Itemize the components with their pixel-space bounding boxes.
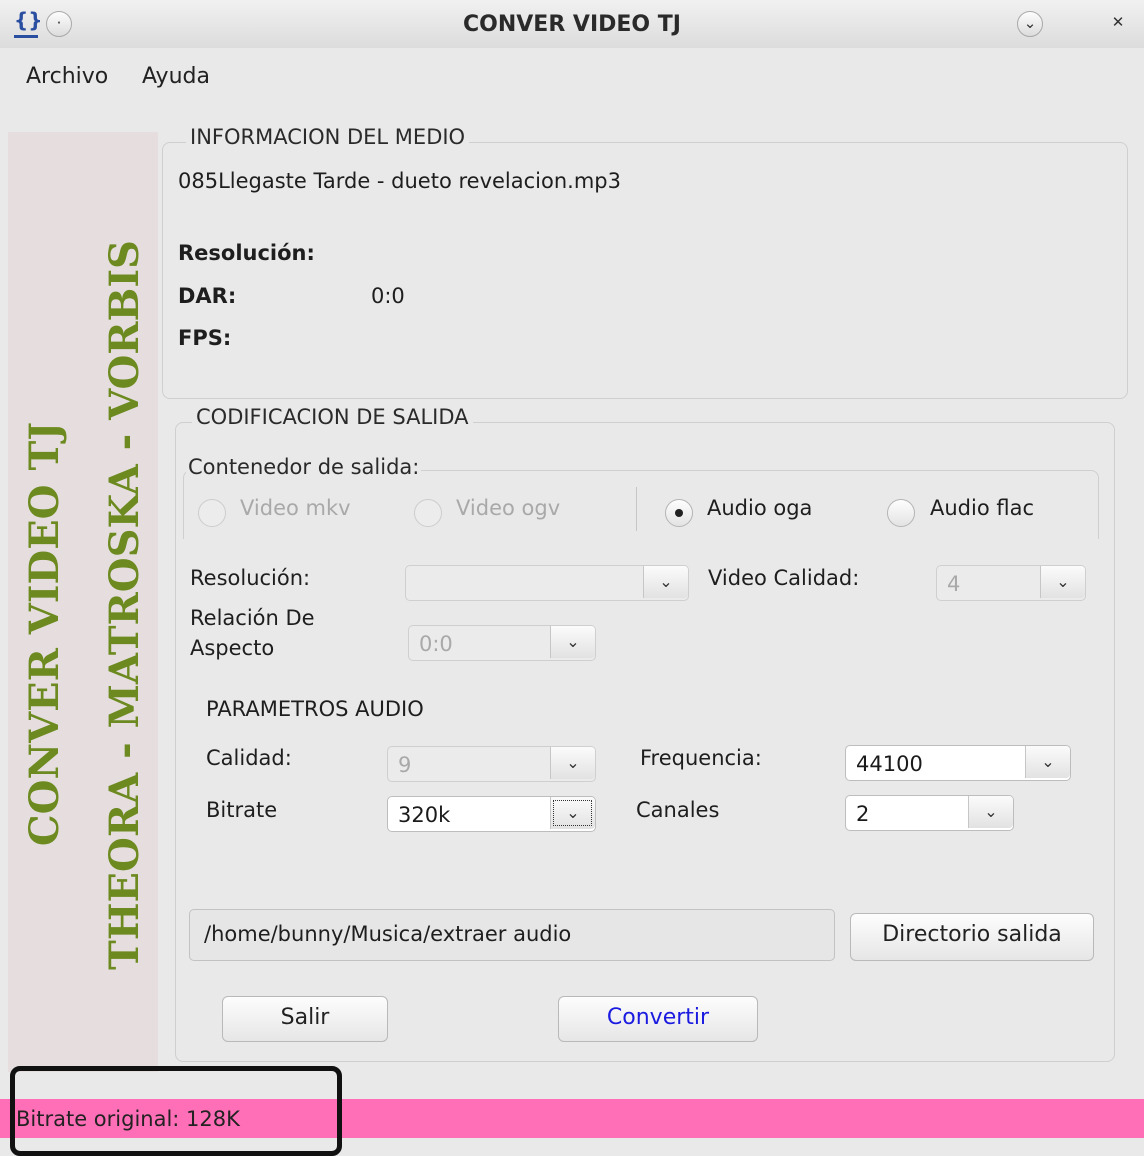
- output-directory-field[interactable]: /home/bunny/Musica/extraer audio: [189, 909, 835, 961]
- radio-audio-flac[interactable]: [887, 499, 915, 527]
- bitrate-label: Bitrate: [206, 798, 278, 822]
- chevron-down-icon[interactable]: ⌄: [643, 566, 688, 598]
- banner-subtitle: THEORA - MATROSKA - VORBIS: [101, 240, 148, 970]
- dar-label: DAR:: [178, 284, 237, 308]
- close-button[interactable]: ✕: [1106, 11, 1130, 35]
- resolution-info-label: Resolución:: [178, 241, 315, 265]
- resolution-label: Resolución:: [190, 566, 311, 590]
- channels-combo[interactable]: 2 ⌄: [845, 795, 1014, 831]
- radio-video-mkv-label: Video mkv: [240, 496, 351, 520]
- video-quality-value: 4: [947, 572, 961, 596]
- radio-selected-dot: [675, 509, 683, 517]
- chevron-down-icon[interactable]: ⌄: [550, 797, 595, 829]
- frequency-label: Frequencia:: [640, 746, 762, 770]
- window-title: CONVER VIDEO TJ: [463, 12, 681, 37]
- radio-audio-flac-label: Audio flac: [930, 496, 1035, 520]
- output-directory-value: /home/bunny/Musica/extraer audio: [204, 922, 572, 946]
- radio-video-ogv-label: Video ogv: [456, 496, 561, 520]
- channels-value: 2: [856, 802, 870, 826]
- aspect-value: 0:0: [419, 632, 453, 656]
- frequency-combo[interactable]: 44100 ⌄: [845, 745, 1071, 781]
- radio-video-mkv[interactable]: [198, 499, 226, 527]
- aspect-combo[interactable]: 0:0 ⌄: [408, 625, 596, 661]
- chevron-down-icon[interactable]: ⌄: [968, 796, 1013, 828]
- frequency-value: 44100: [856, 752, 923, 776]
- convert-button[interactable]: Convertir: [558, 996, 758, 1042]
- menu-ayuda[interactable]: Ayuda: [142, 64, 210, 89]
- video-quality-label: Video Calidad:: [708, 566, 860, 590]
- fps-label: FPS:: [178, 326, 232, 350]
- minimize-button[interactable]: ⌄: [1017, 11, 1043, 37]
- quality-label: Calidad:: [206, 746, 292, 770]
- container-separator: [636, 487, 637, 531]
- output-encoding-legend: CODIFICACION DE SALIDA: [192, 405, 473, 429]
- channels-label: Canales: [636, 798, 720, 822]
- media-filename: 085Llegaste Tarde - dueto revelacion.mp3: [178, 169, 621, 193]
- video-quality-combo[interactable]: 4 ⌄: [936, 565, 1086, 601]
- chevron-down-icon[interactable]: ⌄: [1040, 566, 1085, 598]
- audio-params-title: PARAMETROS AUDIO: [206, 697, 424, 721]
- quality-value: 9: [398, 753, 412, 777]
- container-legend: Contenedor de salida:: [186, 455, 422, 479]
- radio-audio-oga[interactable]: [665, 499, 693, 527]
- resolution-combo[interactable]: ⌄: [405, 565, 689, 601]
- banner-title: CONVER VIDEO TJ: [21, 421, 68, 847]
- exit-button[interactable]: Salir: [222, 996, 388, 1042]
- radio-video-ogv[interactable]: [414, 499, 442, 527]
- bitrate-value: 320k: [398, 803, 451, 827]
- chevron-down-icon[interactable]: ⌄: [1025, 746, 1070, 778]
- aspect-label-line1: Relación De: [190, 606, 315, 630]
- dar-value: 0:0: [371, 284, 405, 308]
- radio-audio-oga-label: Audio oga: [707, 496, 813, 520]
- menu-archivo[interactable]: Archivo: [26, 64, 108, 89]
- output-directory-button[interactable]: Directorio salida: [850, 913, 1094, 961]
- media-info-legend: INFORMACION DEL MEDIO: [186, 125, 470, 149]
- title-bar[interactable]: {} · CONVER VIDEO TJ ⌄ ✕: [0, 0, 1144, 49]
- annotation-highlight: [10, 1066, 342, 1156]
- aspect-label-line2: Aspecto: [190, 636, 275, 660]
- bitrate-combo[interactable]: 320k ⌄: [387, 796, 596, 832]
- quality-combo[interactable]: 9 ⌄: [387, 746, 596, 782]
- chevron-down-icon[interactable]: ⌄: [550, 626, 595, 658]
- chevron-down-icon[interactable]: ⌄: [550, 747, 595, 779]
